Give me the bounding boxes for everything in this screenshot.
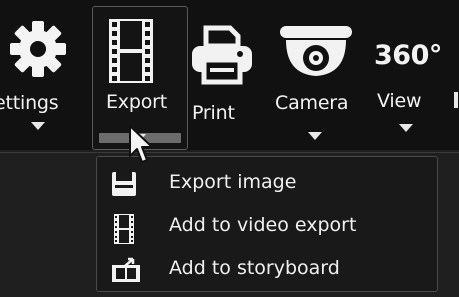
floppy-disk-icon (112, 172, 136, 196)
settings-button[interactable]: ettings (0, 6, 80, 150)
mouse-pointer-icon (129, 125, 153, 163)
ribbon-divider (0, 152, 459, 153)
export-label: Export (106, 91, 167, 113)
film-strip-icon (114, 214, 134, 244)
settings-label: ettings (0, 92, 59, 114)
ribbon-toolbar: ettings Export Print Camera 360° View (0, 0, 459, 150)
view-label: View (377, 90, 422, 112)
film-strip-icon (109, 19, 153, 83)
camera-label: Camera (275, 92, 349, 114)
view-360-button[interactable]: 360° View (368, 6, 448, 150)
menu-item-label: Add to video export (169, 214, 357, 236)
print-label: Print (192, 102, 235, 124)
menu-item-add-to-storyboard[interactable]: Add to storyboard (97, 248, 437, 290)
printer-icon (192, 25, 252, 85)
menu-item-label: Add to storyboard (169, 257, 340, 279)
export-dropdown-menu: Export image Add to video export Add to … (96, 156, 438, 292)
next-toolbar-item[interactable] (454, 92, 458, 108)
dome-camera-icon (280, 26, 352, 76)
chevron-down-icon (31, 122, 45, 130)
app-window: ettings Export Print Camera 360° View Ex… (0, 0, 459, 297)
chevron-down-icon (308, 132, 322, 140)
camera-button[interactable]: Camera (270, 6, 360, 150)
gear-icon (10, 21, 66, 77)
view-360-icon: 360° (374, 40, 442, 71)
menu-item-label: Export image (169, 171, 297, 193)
menu-item-export-image[interactable]: Export image (97, 162, 437, 204)
chevron-down-icon (399, 124, 413, 132)
menu-item-add-to-video-export[interactable]: Add to video export (97, 205, 437, 247)
storyboard-icon (112, 257, 140, 282)
print-button[interactable]: Print (190, 6, 260, 150)
